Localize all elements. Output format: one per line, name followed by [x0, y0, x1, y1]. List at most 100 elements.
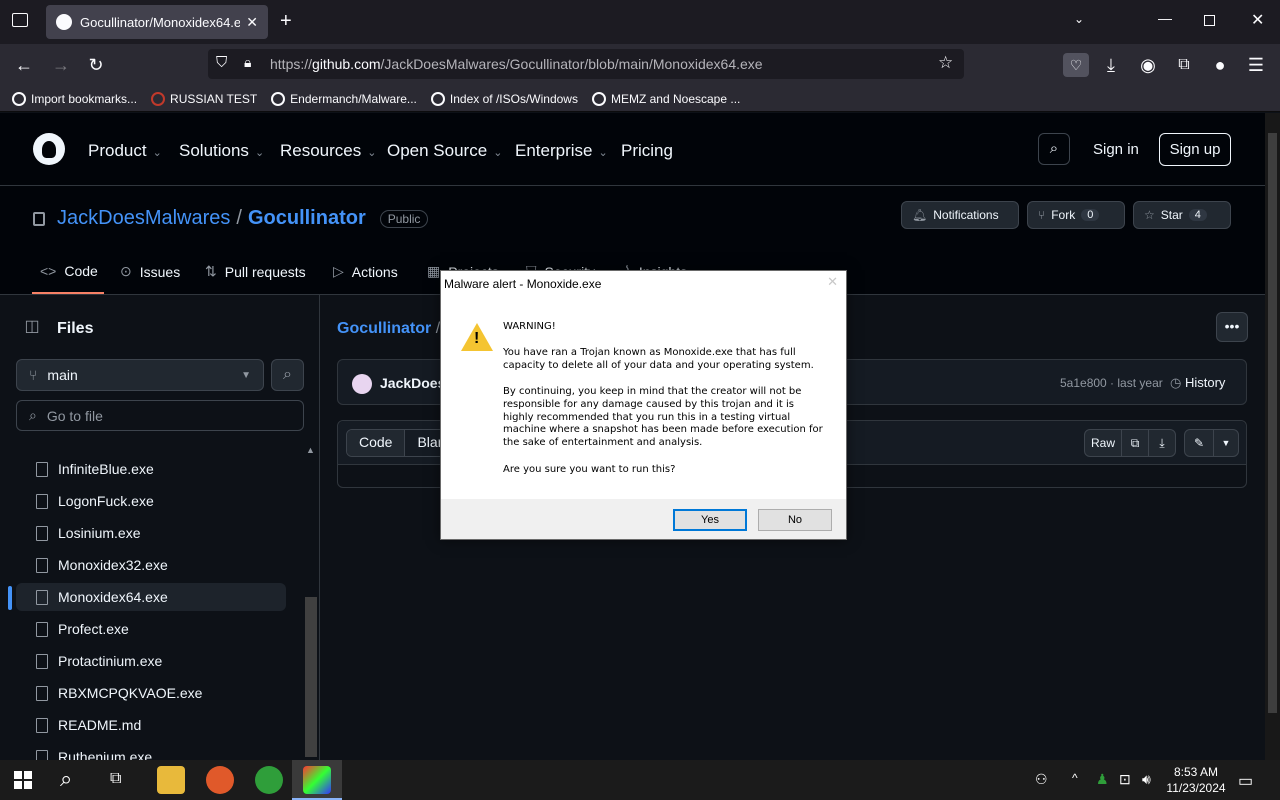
firefox-icon[interactable] — [206, 766, 234, 794]
tab-code[interactable]: <> Code — [40, 263, 98, 279]
close-tab-icon[interactable]: ✕ — [246, 14, 258, 31]
file-item[interactable]: Profect.exe — [16, 615, 286, 643]
shield-icon[interactable]: ⛉ — [216, 54, 227, 71]
avatar[interactable] — [352, 374, 372, 394]
bookmark-star-icon[interactable]: ☆ — [938, 53, 953, 73]
windows-start-icon[interactable] — [14, 771, 32, 789]
fork-label: Fork — [1051, 208, 1076, 222]
back-icon[interactable]: ← — [11, 53, 37, 77]
bookmark-item[interactable]: Endermanch/Malware... — [271, 91, 417, 106]
file-item[interactable]: LogonFuck.exe — [16, 487, 286, 515]
file-item[interactable]: RBXMCPQKVAOE.exe — [16, 679, 286, 707]
messenger-icon[interactable] — [255, 766, 283, 794]
go-to-file-input[interactable]: ⌕ Go to file — [16, 400, 304, 431]
download-icon[interactable]: ⤓ — [1148, 429, 1176, 457]
nav-label: Solutions — [179, 141, 249, 160]
repo-name-link[interactable]: Gocullinator — [248, 207, 366, 230]
signin-link[interactable]: Sign in — [1093, 141, 1139, 158]
sidebar-scrollbar[interactable]: ▲ — [303, 445, 319, 760]
warning-icon: ! — [461, 323, 493, 351]
clock[interactable]: 8:53 AM 11/23/2024 — [1166, 764, 1226, 796]
more-options-button[interactable]: ••• — [1216, 312, 1248, 342]
edit-icon[interactable]: ✎ — [1184, 429, 1214, 457]
commit-meta[interactable]: 5a1e800 · last year — [1060, 376, 1163, 390]
task-view-icon[interactable]: ⧉ — [110, 770, 121, 788]
extensions-icon[interactable]: ⧉ — [1171, 53, 1197, 77]
bookmark-item[interactable]: Index of /ISOs/Windows — [430, 91, 578, 106]
sidebar-scroll-thumb[interactable] — [305, 597, 317, 757]
file-item[interactable]: Protactinium.exe — [16, 647, 286, 675]
star-button[interactable]: ☆ Star 4 — [1133, 201, 1231, 229]
edit-dropdown-chevron-icon[interactable]: ▼ — [1213, 429, 1239, 457]
new-tab-icon[interactable]: + — [280, 10, 292, 33]
file-item[interactable]: Monoxidex64.exe — [16, 583, 286, 611]
code-view-button[interactable]: Code — [347, 430, 406, 456]
page-scrollbar[interactable] — [1265, 113, 1280, 760]
forward-icon[interactable]: → — [48, 53, 74, 77]
menu-icon[interactable]: ☰ — [1243, 53, 1269, 77]
branch-selector[interactable]: ⑂ main ▼ — [16, 359, 264, 391]
reload-icon[interactable]: ↻ — [83, 53, 109, 77]
network-icon[interactable]: ⊡ — [1119, 771, 1131, 788]
notifications-button[interactable]: 🔔︎ Notifications — [901, 201, 1019, 229]
history-icon: ◷ — [1170, 375, 1182, 390]
url-bar[interactable]: ⛉ 🔒︎ https://github.com/JackDoesMalwares… — [208, 49, 964, 79]
monoxide-app-icon[interactable] — [303, 766, 331, 794]
nav-solutions[interactable]: Solutions ⌄ — [179, 141, 264, 161]
file-item[interactable]: InfiniteBlue.exe — [16, 455, 286, 483]
notification-center-icon[interactable]: ▭ — [1238, 771, 1253, 791]
tab-list-chevron-icon[interactable]: ⌄ — [1074, 12, 1084, 26]
breadcrumb-repo-link[interactable]: Gocullinator — [337, 320, 431, 337]
tab-label: Code — [64, 263, 98, 279]
page-scroll-thumb[interactable] — [1268, 133, 1277, 713]
raw-button[interactable]: Raw — [1084, 429, 1122, 457]
visibility-badge: Public — [379, 209, 429, 228]
bookmark-item[interactable]: RUSSIAN TEST — [151, 91, 257, 106]
close-window-icon[interactable]: ✕ — [1251, 10, 1264, 30]
nav-pricing[interactable]: Pricing — [621, 141, 673, 161]
tab-pull-requests[interactable]: ⇅ Pull requests — [205, 263, 306, 280]
nav-product[interactable]: Product ⌄ — [88, 141, 162, 161]
minimize-icon[interactable]: — — [1158, 10, 1172, 26]
pocket-icon[interactable]: ♡ — [1063, 53, 1089, 77]
nav-open-source[interactable]: Open Source ⌄ — [387, 141, 502, 161]
lock-icon[interactable]: 🔒︎ — [244, 54, 251, 71]
scroll-up-icon[interactable]: ▲ — [306, 445, 315, 455]
github-logo-icon[interactable] — [33, 133, 65, 165]
yes-button[interactable]: Yes — [673, 509, 747, 531]
addon-icon[interactable]: ● — [1207, 53, 1233, 77]
nav-enterprise[interactable]: Enterprise ⌄ — [515, 141, 608, 161]
tray-app-icon[interactable]: ♟ — [1096, 771, 1109, 788]
search-icon[interactable]: ⌕ — [271, 359, 304, 391]
search-icon[interactable]: ⌕ — [60, 766, 72, 792]
bookmark-item[interactable]: Import bookmarks... — [12, 91, 137, 106]
file-item[interactable]: Ruthenium.exe — [16, 743, 286, 760]
tab-issues[interactable]: ⊙ Issues — [120, 263, 180, 280]
download-icon[interactable]: ⤓ — [1098, 53, 1124, 77]
file-item[interactable]: README.md — [16, 711, 286, 739]
restore-icon[interactable] — [1204, 15, 1215, 26]
file-explorer-icon[interactable] — [157, 766, 185, 794]
file-name: Monoxidex32.exe — [58, 557, 168, 573]
dialog-close-icon[interactable]: ✕ — [827, 275, 838, 290]
signup-button[interactable]: Sign up — [1159, 133, 1231, 166]
file-item[interactable]: Losinium.exe — [16, 519, 286, 547]
fork-button[interactable]: ⑂ Fork 0 — [1027, 201, 1125, 229]
file-item[interactable]: Monoxidex32.exe — [16, 551, 286, 579]
history-button[interactable]: ◷ History — [1170, 375, 1225, 391]
bookmark-item[interactable]: MEMZ and Noescape ... — [591, 91, 740, 106]
show-hidden-icons-icon[interactable]: ^ — [1072, 771, 1078, 785]
nav-resources[interactable]: Resources ⌄ — [280, 141, 376, 161]
search-icon[interactable]: ⌕ — [1038, 133, 1070, 165]
no-button[interactable]: No — [758, 509, 832, 531]
people-icon[interactable]: ⚇ — [1035, 771, 1048, 788]
file-list: InfiniteBlue.exe LogonFuck.exe Losinium.ex… — [0, 445, 304, 760]
tab-overview-icon[interactable] — [12, 13, 28, 27]
repo-owner-link[interactable]: JackDoesMalwares — [57, 207, 230, 230]
tab-actions[interactable]: ▷ Actions — [333, 263, 398, 280]
copy-icon[interactable]: ⧉ — [1121, 429, 1149, 457]
sidebar-toggle-icon[interactable]: ◫ — [16, 316, 48, 342]
browser-tab[interactable]: Gocullinator/Monoxidex64.exe ✕ — [46, 5, 268, 39]
volume-icon[interactable]: 🔊︎ — [1142, 771, 1151, 788]
account-icon[interactable]: ◉ — [1135, 53, 1161, 77]
